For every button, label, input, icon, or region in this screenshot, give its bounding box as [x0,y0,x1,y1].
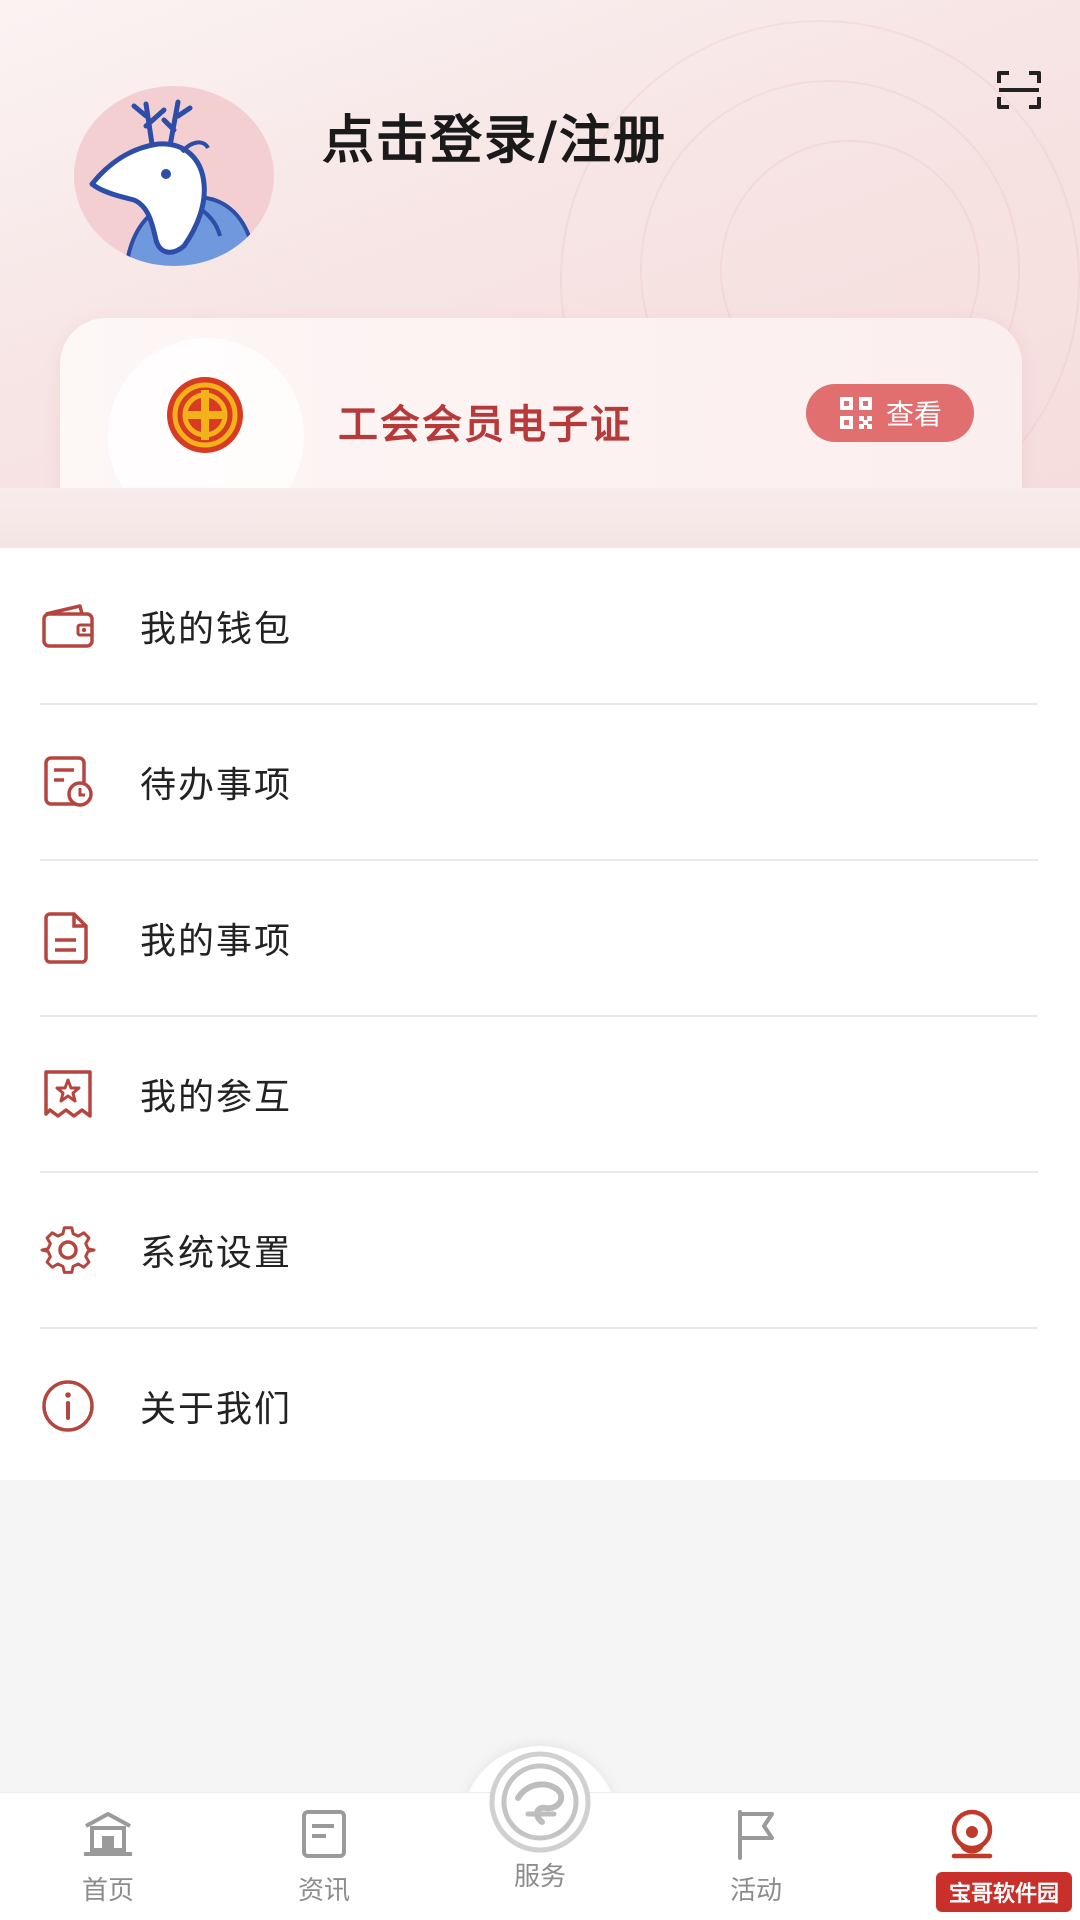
view-card-label: 查看 [885,398,942,431]
tab-label: 资讯 [297,1876,350,1906]
tab-activity[interactable]: 活动 [676,1800,836,1918]
menu-item-label: 待办事项 [140,764,293,806]
menu-item-wallet[interactable]: 我的钱包 [0,548,1080,703]
profile-header: 点击登录/注册 工会会员电子证 查看 [0,0,1080,548]
flag-icon [738,1810,774,1860]
home-icon [84,1812,132,1856]
document-icon [44,911,88,964]
menu-item-label: 我的事项 [140,920,293,962]
gear-icon [40,1225,96,1274]
scan-icon[interactable] [996,70,1042,110]
tab-label: 服务 [513,1862,566,1892]
menu-item-participation[interactable]: 我的参互 [0,1016,1080,1171]
menu-item-todo[interactable]: 待办事项 [0,704,1080,859]
tab-news[interactable]: 资讯 [244,1800,404,1918]
union-badge-icon [167,377,243,453]
member-card[interactable]: 工会会员电子证 查看 [60,318,1022,490]
view-card-button[interactable]: 查看 [806,384,974,442]
tab-label: 活动 [729,1876,782,1906]
todo-icon [44,755,93,807]
menu-list: 我的钱包 待办事项 我的事项 我的参互 系统设置 关于我们 [0,548,1080,1480]
menu-item-my-matters[interactable]: 我的事项 [0,860,1080,1015]
service-emblem-icon [489,1751,591,1853]
news-icon [302,1810,346,1858]
member-card-title: 工会会员电子证 [338,402,632,448]
deer-avatar-icon [89,99,258,266]
menu-item-about[interactable]: 关于我们 [0,1328,1080,1483]
menu-item-settings[interactable]: 系统设置 [0,1172,1080,1327]
tab-home[interactable]: 首页 [28,1800,188,1918]
menu-item-label: 我的参互 [140,1076,293,1118]
info-icon [42,1379,94,1432]
menu-item-label: 我的钱包 [140,608,293,650]
tab-label: 首页 [81,1876,134,1906]
header-bottom-strip [0,488,1080,548]
watermark: 宝哥软件园 [936,1872,1072,1912]
qrcode-icon [839,397,872,429]
menu-item-label: 系统设置 [140,1232,293,1274]
star-card-icon [44,1069,92,1118]
profile-icon [951,1809,993,1859]
login-register-link[interactable]: 点击登录/注册 [322,98,667,173]
tab-service[interactable]: 服务 [460,1751,620,1918]
wallet-icon [42,603,94,648]
avatar[interactable] [74,86,274,266]
menu-item-label: 关于我们 [140,1388,293,1430]
